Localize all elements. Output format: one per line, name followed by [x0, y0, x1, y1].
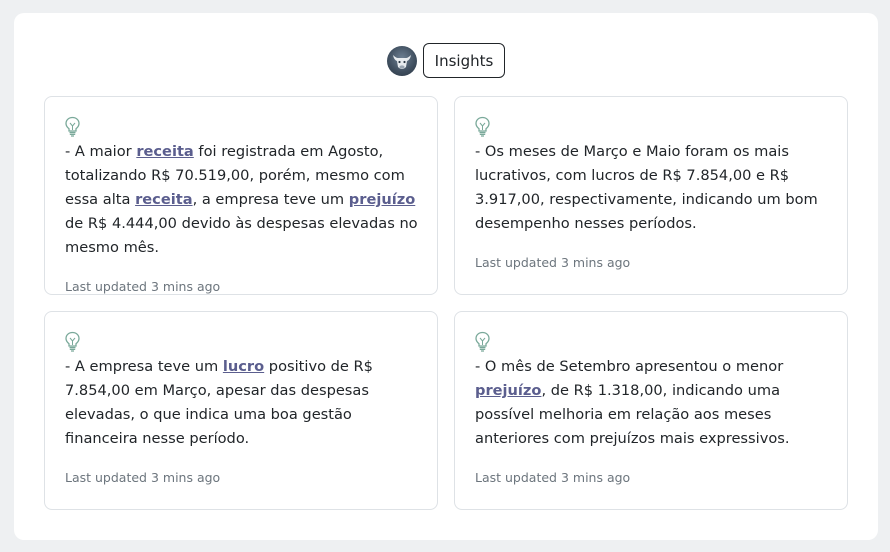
insight-text: - A maior receita foi registrada em Agos…	[65, 140, 421, 260]
keyword-link[interactable]: prejuízo	[475, 382, 541, 399]
text-segment: - A maior	[65, 143, 137, 160]
keyword-link[interactable]: prejuízo	[349, 191, 415, 208]
insight-card: - O mês de Setembro apresentou o menor p…	[454, 311, 848, 510]
insight-text: - A empresa teve um lucro positivo de R$…	[65, 355, 421, 451]
insight-card: - Os meses de Março e Maio foram os mais…	[454, 96, 848, 295]
keyword-link[interactable]: receita	[135, 191, 192, 208]
insight-text: - Os meses de Março e Maio foram os mais…	[475, 140, 831, 236]
text-segment: - A empresa teve um	[65, 358, 223, 375]
text-segment: - O mês de Setembro apresentou o menor	[475, 358, 784, 375]
bull-avatar-icon	[386, 45, 417, 76]
last-updated-text: Last updated 3 mins ago	[475, 255, 631, 270]
lightbulb-icon	[65, 331, 80, 352]
lightbulb-icon	[475, 331, 490, 352]
last-updated-text: Last updated 3 mins ago	[65, 470, 221, 485]
last-updated-text: Last updated 3 mins ago	[65, 279, 221, 294]
insight-card: - A maior receita foi registrada em Agos…	[44, 96, 438, 295]
lightbulb-icon	[65, 116, 80, 137]
text-segment: , a empresa teve um	[192, 191, 349, 208]
text-segment: - Os meses de Março e Maio foram os mais…	[475, 143, 818, 232]
insight-card: - A empresa teve um lucro positivo de R$…	[44, 311, 438, 510]
text-segment: de R$ 4.444,00 devido às despesas elevad…	[65, 215, 418, 256]
lightbulb-icon	[475, 116, 490, 137]
insights-badge[interactable]: Insights	[422, 43, 506, 78]
insights-panel: Insights - A maior receita foi registrad…	[14, 13, 878, 540]
insights-header: Insights	[14, 43, 878, 78]
keyword-link[interactable]: receita	[136, 143, 193, 160]
insight-text: - O mês de Setembro apresentou o menor p…	[475, 355, 831, 451]
last-updated-text: Last updated 3 mins ago	[475, 470, 631, 485]
keyword-link[interactable]: lucro	[223, 358, 264, 375]
